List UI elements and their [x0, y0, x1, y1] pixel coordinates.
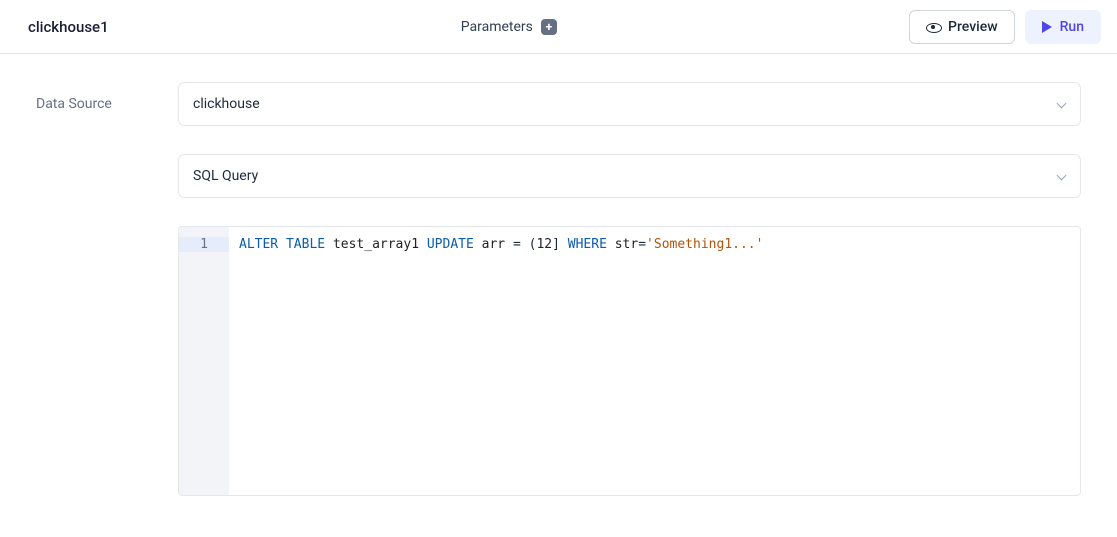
- line-number: 1: [179, 237, 229, 252]
- play-icon: [1042, 21, 1052, 33]
- data-source-value: clickhouse: [193, 96, 260, 112]
- data-source-label: Data Source: [36, 96, 178, 112]
- editor-gutter: 1: [179, 227, 229, 495]
- page-title: clickhouse1: [28, 18, 109, 36]
- run-button-label: Run: [1060, 19, 1084, 35]
- query-type-value: SQL Query: [193, 168, 258, 184]
- top-bar: clickhouse1 Parameters + Preview Run: [0, 0, 1117, 54]
- editor-code[interactable]: ALTER TABLE test_array1 UPDATE arr = (12…: [229, 227, 1080, 495]
- add-parameter-button[interactable]: +: [541, 19, 557, 35]
- body: Data Source clickhouse SQL Query 1 ALTER…: [0, 54, 1117, 532]
- query-type-select[interactable]: SQL Query: [178, 154, 1081, 198]
- parameters-label: Parameters: [461, 19, 533, 35]
- preview-button[interactable]: Preview: [909, 10, 1015, 44]
- chevron-down-icon: [1056, 171, 1066, 181]
- run-button[interactable]: Run: [1025, 10, 1101, 44]
- chevron-down-icon: [1056, 99, 1066, 109]
- eye-icon: [926, 20, 940, 34]
- preview-button-label: Preview: [948, 19, 998, 35]
- data-source-select[interactable]: clickhouse: [178, 82, 1081, 126]
- sql-editor[interactable]: 1 ALTER TABLE test_array1 UPDATE arr = (…: [178, 226, 1081, 496]
